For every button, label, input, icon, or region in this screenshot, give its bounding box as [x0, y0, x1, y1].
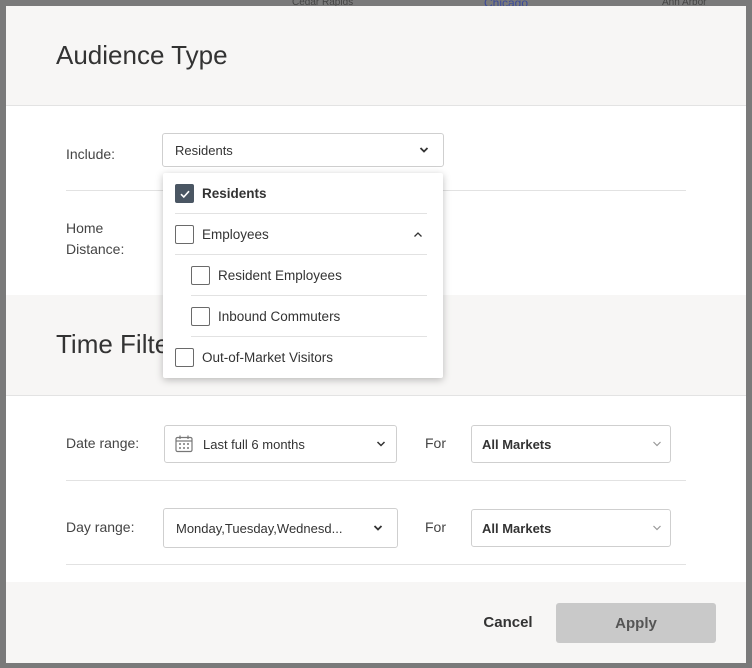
apply-button[interactable]: Apply — [556, 603, 716, 643]
chevron-down-icon — [653, 525, 661, 531]
audience-section-header: Audience Type — [6, 6, 746, 106]
include-dropdown-menu: Residents Employees Resident Employees I… — [163, 173, 443, 378]
time-section-title: Time Filte — [56, 329, 170, 359]
date-range-value: Last full 6 months — [203, 436, 305, 452]
home-distance-label: Home Distance: — [66, 218, 124, 260]
day-range-label: Day range: — [66, 519, 135, 535]
residents-checkbox[interactable] — [175, 184, 194, 203]
option-inbound-commuters[interactable]: Inbound Commuters — [191, 296, 427, 337]
audience-section-title: Audience Type — [56, 40, 228, 70]
chevron-up-icon[interactable] — [413, 230, 423, 240]
option-out-of-market-visitors[interactable]: Out-of-Market Visitors — [175, 337, 427, 378]
include-label: Include: — [66, 146, 116, 162]
option-residents[interactable]: Residents — [175, 173, 427, 214]
option-label: Out-of-Market Visitors — [202, 350, 334, 365]
calendar-icon — [175, 435, 193, 453]
resident-employees-checkbox[interactable] — [191, 266, 210, 285]
date-range-label: Date range: — [66, 435, 140, 451]
include-select-value: Residents — [175, 142, 233, 158]
option-label: Inbound Commuters — [218, 309, 341, 324]
inbound-commuters-checkbox[interactable] — [191, 307, 210, 326]
include-select[interactable]: Residents — [162, 133, 444, 167]
chevron-down-icon — [419, 147, 429, 153]
home-distance-label-line2: Distance: — [66, 241, 125, 257]
day-range-value: Monday,Tuesday,Wednesd... — [176, 520, 343, 536]
day-for-label: For — [425, 519, 446, 535]
day-markets-value: All Markets — [482, 520, 552, 536]
date-for-label: For — [425, 435, 446, 451]
employees-checkbox[interactable] — [175, 225, 194, 244]
chevron-down-icon — [653, 441, 661, 447]
option-label: Employees — [202, 227, 269, 242]
chevron-down-icon — [373, 525, 383, 531]
option-label: Residents — [202, 186, 267, 201]
date-range-select[interactable]: Last full 6 months — [164, 425, 397, 463]
date-markets-select[interactable]: All Markets — [471, 425, 671, 463]
day-markets-select[interactable]: All Markets — [471, 509, 671, 547]
option-resident-employees[interactable]: Resident Employees — [191, 255, 427, 296]
day-range-select[interactable]: Monday,Tuesday,Wednesd... — [163, 508, 398, 548]
divider — [66, 480, 686, 481]
divider — [66, 564, 686, 565]
check-icon — [179, 190, 190, 198]
option-employees[interactable]: Employees — [175, 214, 427, 255]
cancel-button[interactable]: Cancel — [476, 610, 540, 634]
chevron-down-icon — [376, 441, 386, 447]
date-markets-value: All Markets — [482, 436, 552, 452]
audience-modal: Audience Type Include: Residents Home Di… — [6, 6, 746, 663]
option-label: Resident Employees — [218, 268, 342, 283]
home-distance-label-line1: Home — [66, 220, 104, 236]
out-of-market-visitors-checkbox[interactable] — [175, 348, 194, 367]
